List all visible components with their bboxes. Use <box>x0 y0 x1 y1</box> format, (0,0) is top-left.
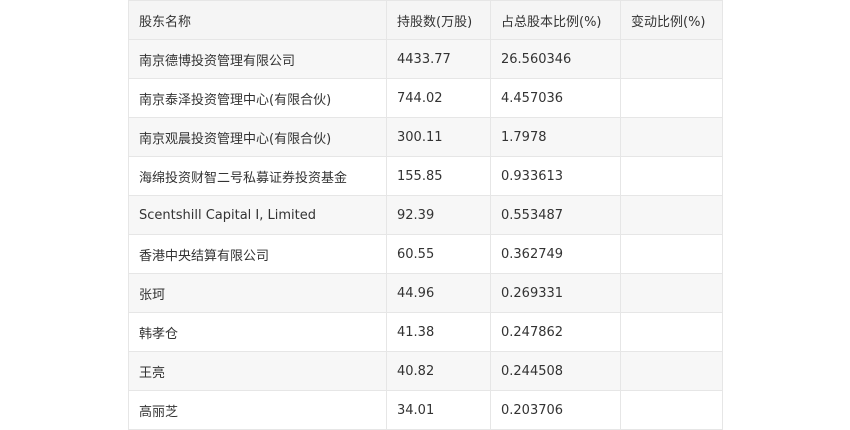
cell-shares-held: 92.39 <box>386 195 491 235</box>
cell-shares-held: 41.38 <box>386 312 491 352</box>
cell-shareholder-name: 海绵投资财智二号私募证券投资基金 <box>128 156 387 196</box>
table-row: 高丽芝 34.01 0.203706 <box>128 390 723 430</box>
table-row: 王亮 40.82 0.244508 <box>128 351 723 391</box>
header-share-ratio: 占总股本比例(%) <box>490 0 621 40</box>
cell-share-ratio: 1.7978 <box>490 117 621 157</box>
cell-share-ratio: 4.457036 <box>490 78 621 118</box>
table-row: Scentshill Capital I, Limited 92.39 0.55… <box>128 195 723 235</box>
table-row: 韩孝仓 41.38 0.247862 <box>128 312 723 352</box>
cell-shares-held: 744.02 <box>386 78 491 118</box>
cell-change-ratio <box>620 195 723 235</box>
cell-change-ratio <box>620 156 723 196</box>
shareholder-table: 股东名称 持股数(万股) 占总股本比例(%) 变动比例(%) 南京德博投资管理有… <box>128 0 723 430</box>
cell-shares-held: 155.85 <box>386 156 491 196</box>
cell-shareholder-name: 香港中央结算有限公司 <box>128 234 387 274</box>
cell-shares-held: 60.55 <box>386 234 491 274</box>
header-shareholder-name: 股东名称 <box>128 0 387 40</box>
cell-shares-held: 44.96 <box>386 273 491 313</box>
cell-shareholder-name: 高丽芝 <box>128 390 387 430</box>
table-row: 南京德博投资管理有限公司 4433.77 26.560346 <box>128 39 723 79</box>
table-row: 海绵投资财智二号私募证券投资基金 155.85 0.933613 <box>128 156 723 196</box>
cell-change-ratio <box>620 234 723 274</box>
cell-share-ratio: 0.933613 <box>490 156 621 196</box>
cell-change-ratio <box>620 351 723 391</box>
cell-change-ratio <box>620 390 723 430</box>
cell-shares-held: 4433.77 <box>386 39 491 79</box>
cell-change-ratio <box>620 273 723 313</box>
cell-share-ratio: 26.560346 <box>490 39 621 79</box>
cell-change-ratio <box>620 78 723 118</box>
header-change-ratio: 变动比例(%) <box>620 0 723 40</box>
cell-change-ratio <box>620 117 723 157</box>
header-shares-held: 持股数(万股) <box>386 0 491 40</box>
cell-shareholder-name: 王亮 <box>128 351 387 391</box>
cell-share-ratio: 0.203706 <box>490 390 621 430</box>
cell-change-ratio <box>620 312 723 352</box>
cell-shareholder-name: 南京观晨投资管理中心(有限合伙) <box>128 117 387 157</box>
cell-share-ratio: 0.362749 <box>490 234 621 274</box>
cell-shareholder-name: 韩孝仓 <box>128 312 387 352</box>
cell-share-ratio: 0.553487 <box>490 195 621 235</box>
cell-shares-held: 34.01 <box>386 390 491 430</box>
cell-share-ratio: 0.247862 <box>490 312 621 352</box>
table-row: 南京观晨投资管理中心(有限合伙) 300.11 1.7978 <box>128 117 723 157</box>
cell-shareholder-name: 张珂 <box>128 273 387 313</box>
table-header-row: 股东名称 持股数(万股) 占总股本比例(%) 变动比例(%) <box>128 0 723 40</box>
cell-shareholder-name: Scentshill Capital I, Limited <box>128 195 387 235</box>
cell-shares-held: 300.11 <box>386 117 491 157</box>
table-row: 南京泰泽投资管理中心(有限合伙) 744.02 4.457036 <box>128 78 723 118</box>
cell-share-ratio: 0.244508 <box>490 351 621 391</box>
cell-shares-held: 40.82 <box>386 351 491 391</box>
table-row: 香港中央结算有限公司 60.55 0.362749 <box>128 234 723 274</box>
cell-shareholder-name: 南京泰泽投资管理中心(有限合伙) <box>128 78 387 118</box>
cell-change-ratio <box>620 39 723 79</box>
cell-share-ratio: 0.269331 <box>490 273 621 313</box>
cell-shareholder-name: 南京德博投资管理有限公司 <box>128 39 387 79</box>
shareholder-table-container: 股东名称 持股数(万股) 占总股本比例(%) 变动比例(%) 南京德博投资管理有… <box>128 0 723 430</box>
table-row: 张珂 44.96 0.269331 <box>128 273 723 313</box>
